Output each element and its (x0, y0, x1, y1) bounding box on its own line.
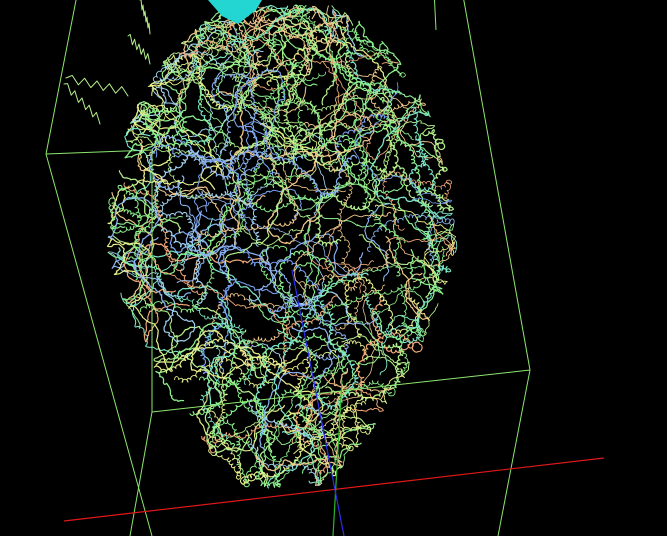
molecular-scene[interactable] (0, 0, 667, 536)
molecular-viewer-viewport[interactable] (0, 0, 667, 536)
